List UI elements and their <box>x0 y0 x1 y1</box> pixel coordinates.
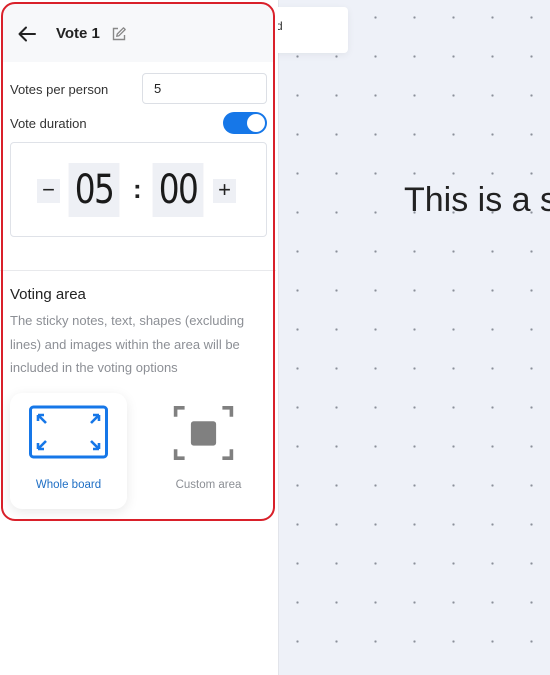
arrow-left-icon[interactable] <box>16 23 38 45</box>
increment-button[interactable]: + <box>213 179 236 203</box>
panel-header: Vote 1 <box>3 4 273 62</box>
vote-duration-label: Vote duration <box>10 116 87 131</box>
vote-duration-toggle[interactable] <box>223 112 267 134</box>
timer-seconds[interactable]: 00 <box>152 163 204 217</box>
whole-board-option[interactable]: Whole board <box>10 393 127 509</box>
timer: − 05 : 00 + <box>10 142 267 237</box>
decrement-button[interactable]: − <box>37 179 60 203</box>
timer-minutes[interactable]: 05 <box>68 163 120 217</box>
divider <box>0 270 276 271</box>
toggle-knob <box>247 114 265 132</box>
timer-separator: : <box>133 174 142 204</box>
custom-area-option[interactable]: Custom area <box>150 393 267 509</box>
expand-arrows-icon <box>29 405 108 459</box>
whole-board-label: Whole board <box>35 479 102 491</box>
vote-settings-panel: Vote 1 Votes per person Vote duration − … <box>0 0 278 675</box>
votes-per-person-label: Votes per person <box>10 82 109 97</box>
select-region-icon <box>173 406 234 460</box>
custom-area-label: Custom area <box>175 479 242 491</box>
voting-area-title: Voting area <box>10 286 86 303</box>
votes-per-person-input[interactable] <box>142 73 267 104</box>
vote-title: Vote 1 <box>56 25 100 42</box>
canvas-card[interactable]: d <box>268 7 348 53</box>
voting-area-description: The sticky notes, text, shapes (excludin… <box>10 313 245 375</box>
whiteboard-canvas[interactable] <box>278 0 550 675</box>
canvas-text-object[interactable]: This is a s <box>404 181 550 220</box>
edit-pencil-icon[interactable] <box>111 26 127 42</box>
